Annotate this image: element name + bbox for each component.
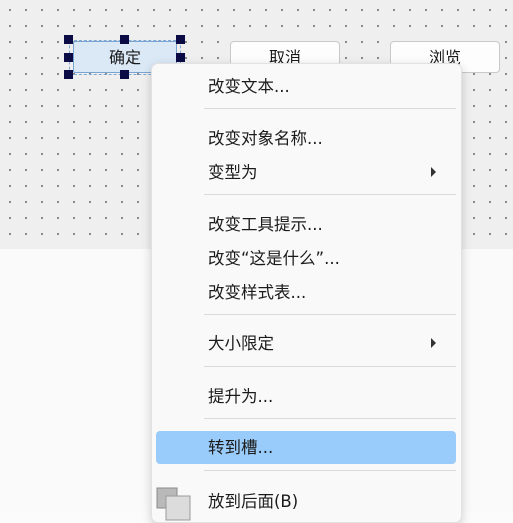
menu-separator (204, 470, 456, 471)
resize-handle-top[interactable] (120, 35, 129, 44)
menu-item-go-to-slot[interactable]: 转到槽... (156, 431, 456, 464)
submenu-arrow-icon (431, 338, 436, 348)
menu-item-change-object-name[interactable]: 改变对象名称... (156, 122, 456, 155)
menu-separator (204, 314, 456, 315)
menu-separator (204, 418, 456, 419)
menu-separator (204, 366, 456, 367)
menu-separator (204, 108, 456, 109)
menu-item-label: 改变样式表... (208, 283, 307, 302)
menu-item-label: 改变“这是什么”... (208, 249, 340, 268)
menu-item-morph-into[interactable]: 变型为 (156, 156, 456, 189)
resize-handle-top-right[interactable] (176, 35, 185, 44)
menu-item-label: 放到后面(B) (208, 492, 299, 511)
menu-item-change-text[interactable]: 改变文本... (156, 70, 456, 103)
submenu-arrow-icon (431, 167, 436, 177)
menu-item-label: 改变对象名称... (208, 129, 323, 148)
menu-item-change-stylesheet[interactable]: 改变样式表... (156, 276, 456, 309)
resize-handle-top-left[interactable] (64, 35, 73, 44)
menu-separator (204, 194, 456, 195)
menu-item-change-whats-this[interactable]: 改变“这是什么”... (156, 242, 456, 275)
menu-item-promote-to[interactable]: 提升为... (156, 380, 456, 413)
menu-item-label: 变型为 (208, 163, 258, 182)
menu-item-send-to-back[interactable]: 放到后面(B) (156, 485, 456, 518)
menu-item-label: 大小限定 (208, 334, 274, 353)
menu-item-label: 改变工具提示... (208, 215, 323, 234)
menu-item-label: 提升为... (208, 387, 274, 406)
menu-item-size-constraints[interactable]: 大小限定 (156, 327, 456, 360)
menu-item-label: 转到槽... (208, 438, 274, 457)
context-menu: 改变文本... 改变对象名称... 变型为 改变工具提示... 改变“这是什么”… (151, 63, 462, 523)
resize-handle-left[interactable] (64, 53, 73, 62)
menu-item-label: 改变文本... (208, 77, 290, 96)
resize-handle-bottom-left[interactable] (64, 70, 73, 79)
menu-item-change-tooltip[interactable]: 改变工具提示... (156, 208, 456, 241)
resize-handle-bottom[interactable] (120, 70, 129, 79)
resize-handle-right[interactable] (176, 53, 185, 62)
